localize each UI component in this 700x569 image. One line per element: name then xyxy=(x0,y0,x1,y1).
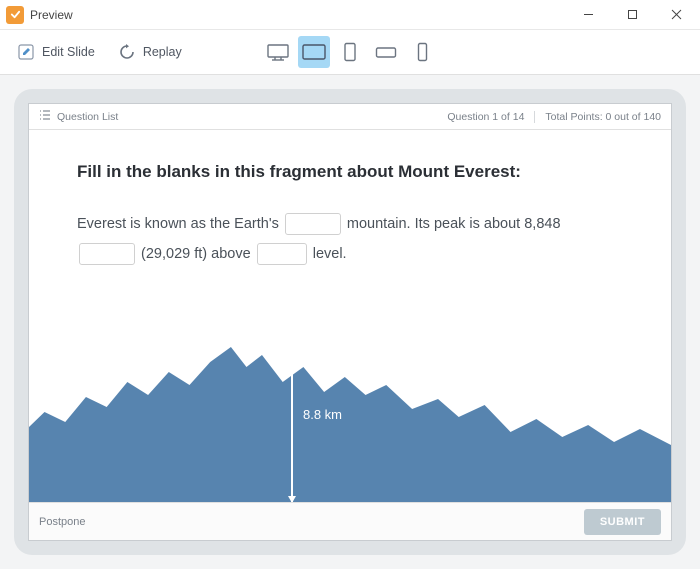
minimize-button[interactable] xyxy=(566,0,610,30)
mountain-illustration: 8.8 km xyxy=(29,337,671,502)
slide-body: Fill in the blanks in this fragment abou… xyxy=(29,130,671,502)
device-frame: Question List Question 1 of 14 Total Poi… xyxy=(14,89,686,555)
text-segment: (29,029 ft) above xyxy=(137,246,255,262)
blank-input-3[interactable] xyxy=(257,243,307,265)
toolbar: Edit Slide Replay xyxy=(0,30,700,75)
question-list-link[interactable]: Question List xyxy=(57,111,118,123)
paragraph: Everest is known as the Earth's mountain… xyxy=(77,210,623,269)
annotation-label: 8.8 km xyxy=(303,407,342,422)
list-icon xyxy=(39,110,51,123)
text-segment: level. xyxy=(309,246,347,262)
app-icon xyxy=(6,6,24,24)
text-segment: mountain. Its peak is about 8,848 xyxy=(343,216,561,232)
titlebar: Preview xyxy=(0,0,700,30)
window-title: Preview xyxy=(30,8,73,22)
blank-input-2[interactable] xyxy=(79,243,135,265)
blank-input-1[interactable] xyxy=(285,213,341,235)
device-desktop-button[interactable] xyxy=(262,36,294,68)
device-phone-portrait-button[interactable] xyxy=(406,36,438,68)
close-button[interactable] xyxy=(654,0,698,30)
edit-slide-label: Edit Slide xyxy=(42,45,95,59)
device-tablet-portrait-button[interactable] xyxy=(334,36,366,68)
canvas-area: Question List Question 1 of 14 Total Poi… xyxy=(0,75,700,569)
edit-slide-button[interactable]: Edit Slide xyxy=(8,38,103,66)
slide: Question List Question 1 of 14 Total Poi… xyxy=(28,103,672,541)
divider xyxy=(534,111,535,123)
slide-header: Question List Question 1 of 14 Total Poi… xyxy=(29,104,671,130)
pencil-icon xyxy=(16,42,36,62)
text-segment: Everest is known as the Earth's xyxy=(77,216,283,232)
slide-footer: Postpone SUBMIT xyxy=(29,502,671,540)
postpone-button[interactable]: Postpone xyxy=(39,516,85,528)
replay-icon xyxy=(117,42,137,62)
device-tablet-landscape-button[interactable] xyxy=(298,36,330,68)
height-annotation: 8.8 km xyxy=(291,352,293,502)
maximize-button[interactable] xyxy=(610,0,654,30)
device-selector xyxy=(262,36,438,68)
replay-label: Replay xyxy=(143,45,182,59)
points-display: Total Points: 0 out of 140 xyxy=(545,111,661,123)
submit-button[interactable]: SUBMIT xyxy=(584,509,661,535)
question-progress: Question 1 of 14 xyxy=(447,111,524,123)
device-phone-landscape-button[interactable] xyxy=(370,36,402,68)
question-text: Fill in the blanks in this fragment abou… xyxy=(77,162,623,182)
replay-button[interactable]: Replay xyxy=(109,38,190,66)
